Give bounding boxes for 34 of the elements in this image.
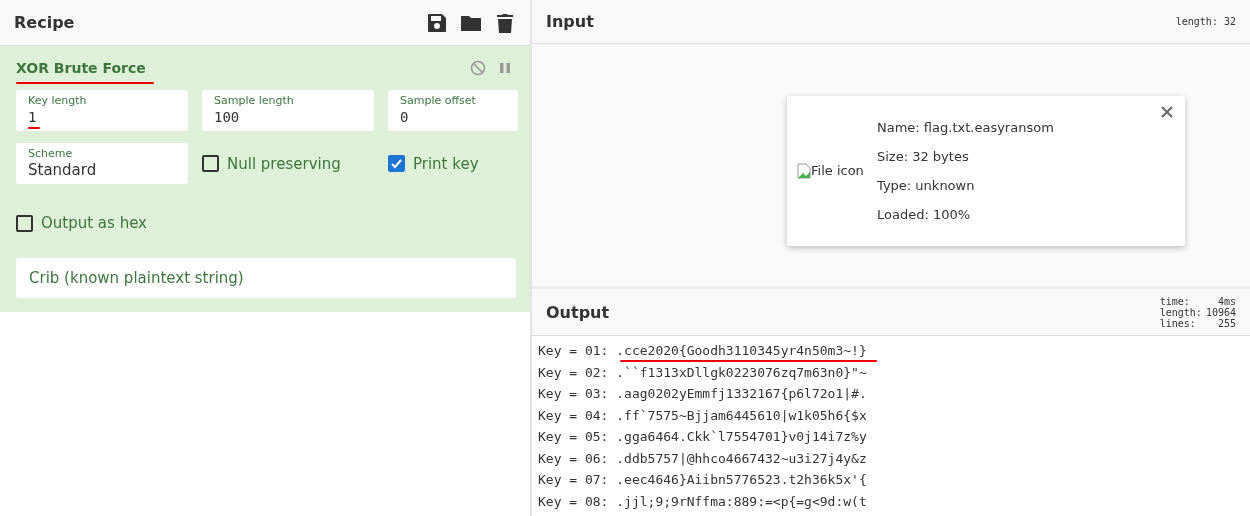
file-detail: Name: flag.txt.easyransom: [877, 119, 1054, 135]
stat-value: 4ms: [1216, 295, 1236, 307]
output-line: Key = 04: .ff`7575~Bjjam6445610|w1k05h6{$x: [538, 406, 867, 425]
output-line: Key = 02: .``f1313xDllgk0223076zq7m63n0}"~: [538, 363, 867, 382]
stat-value: 255: [1216, 317, 1236, 329]
stat-label: time:: [1159, 295, 1191, 307]
output-line: Key = 03: .aag0202yEmmfj1332167{p6l72o1|#.: [538, 385, 867, 403]
operation-title: XOR Brute Force: [16, 60, 146, 76]
stat-value: 10964: [1205, 306, 1236, 318]
input-field[interactable]: Key length 1: [16, 90, 188, 131]
checkbox[interactable]: Print key: [388, 143, 518, 184]
output-line: Key = 01: .cce2020{Goodh3110345yr4n50m3~!}: [538, 340, 867, 362]
file-detail: Size: 32 bytes: [877, 148, 970, 164]
checkbox[interactable]: Null preserving: [202, 143, 374, 184]
stat-label: length:: [1159, 306, 1202, 318]
output-line: Key = 08: .jjl;9;9rNffma:889:=<p{=g<9d:w(t: [538, 492, 867, 511]
file-detail: Loaded: 100%: [877, 206, 972, 222]
save-icon[interactable]: [426, 11, 448, 34]
file-detail: Type: unknown: [877, 177, 976, 193]
input-field[interactable]: Sample length 100: [202, 90, 374, 131]
input-field[interactable]: Sample offset 0: [388, 90, 518, 131]
stat-label: lines:: [1159, 317, 1196, 329]
crib-field[interactable]: Crib (known plaintext string): [16, 258, 516, 298]
length-stat: length: 32: [1175, 15, 1236, 27]
output-line: Key = 05: .gga6464.Ckk`l7554701}v0j14i7z%y: [538, 428, 867, 446]
trash-icon[interactable]: [494, 11, 516, 34]
output-line: Key = 06: .ddb5757|@hhco4667432~u3i27j4y&z: [538, 449, 867, 468]
output-line: Key = 07: .eec4646}Aiibn5776523.t2h36k5x'{: [538, 471, 867, 489]
panel-title: Output: [546, 302, 610, 322]
check-icon: [390, 157, 403, 170]
dropdown-field[interactable]: Scheme Standard: [16, 143, 188, 184]
panel-title: Input: [546, 11, 594, 31]
panel-title: Recipe: [14, 13, 75, 32]
checkbox[interactable]: Output as hex: [16, 214, 516, 232]
